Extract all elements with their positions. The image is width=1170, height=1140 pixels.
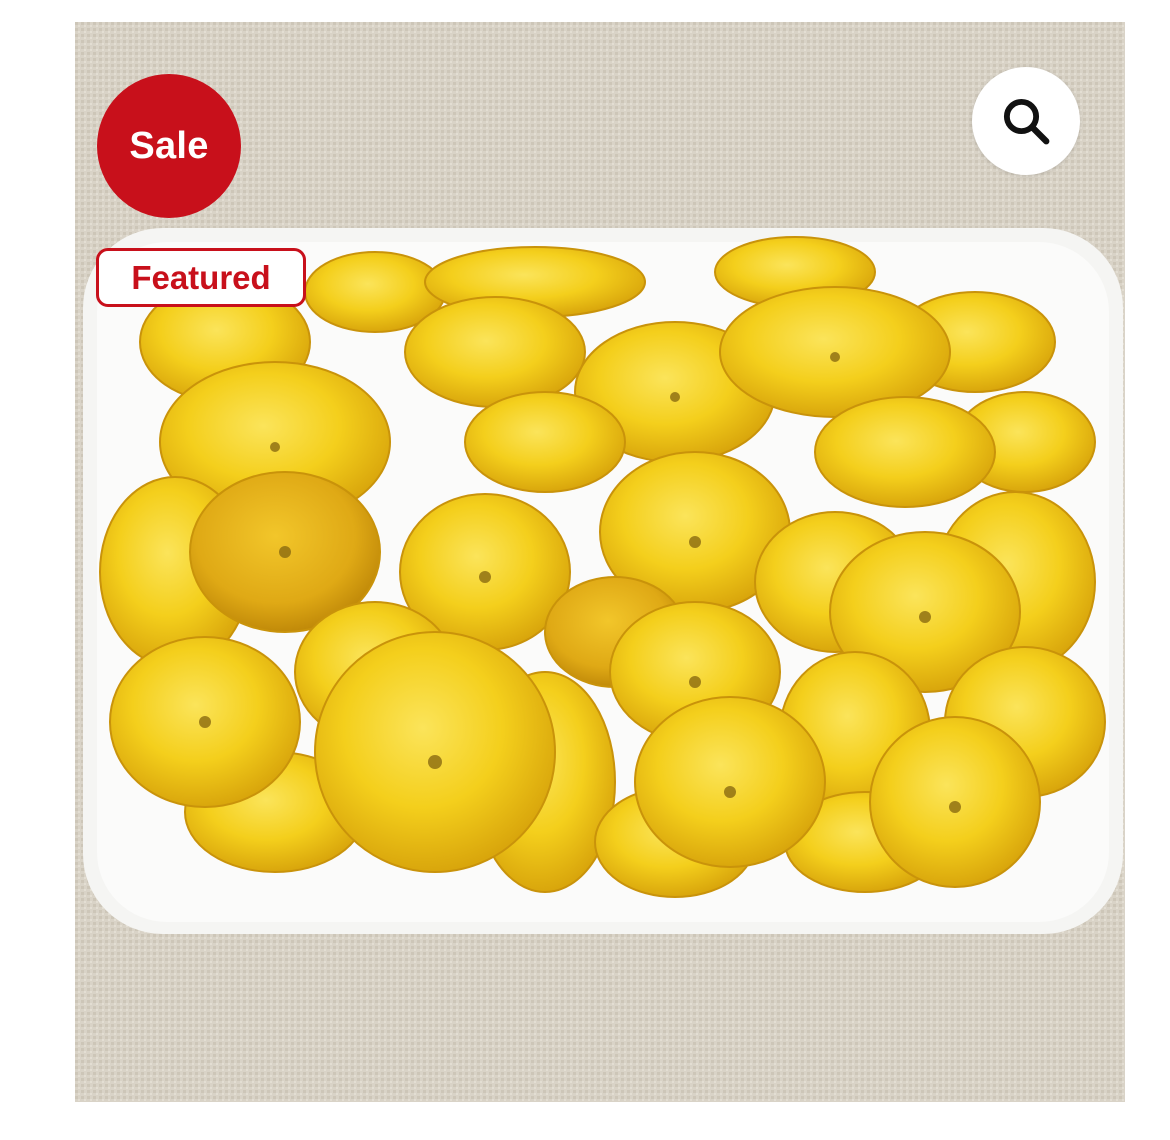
sale-badge: Sale <box>97 74 241 218</box>
featured-badge: Featured <box>96 248 306 307</box>
banana-chips-photo <box>75 22 1125 1102</box>
featured-badge-label: Featured <box>131 258 271 296</box>
sale-badge-label: Sale <box>129 124 209 167</box>
zoom-button[interactable] <box>972 67 1080 175</box>
search-icon <box>1003 98 1050 145</box>
product-image <box>75 22 1125 1102</box>
